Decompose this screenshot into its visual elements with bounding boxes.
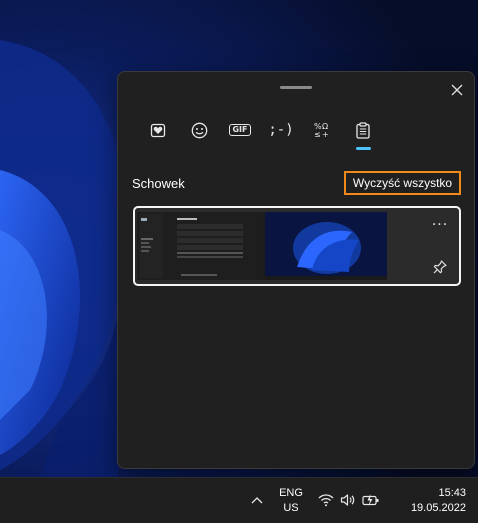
- close-icon: [451, 84, 463, 96]
- close-button[interactable]: [445, 78, 469, 102]
- tab-favorites[interactable]: [138, 116, 178, 144]
- favorites-heart-icon: [150, 123, 166, 138]
- svg-text:+: +: [322, 130, 329, 139]
- clock[interactable]: 15:43 19.05.2022: [396, 486, 466, 516]
- drag-handle[interactable]: [280, 86, 312, 89]
- clipboard-item[interactable]: ···: [133, 206, 461, 286]
- clipboard-icon: [356, 121, 370, 139]
- show-hidden-icons-button[interactable]: [248, 492, 266, 508]
- symbols-icon: % Ω ≤ +: [314, 122, 329, 139]
- clipboard-item-thumbnail: [137, 212, 387, 280]
- svg-text:≤: ≤: [314, 130, 321, 139]
- active-tab-indicator: [356, 147, 371, 150]
- tab-clipboard[interactable]: [343, 116, 383, 150]
- tab-symbols[interactable]: % Ω ≤ +: [302, 116, 342, 144]
- emoji-icon: [191, 122, 207, 138]
- tab-kaomoji[interactable]: ;-): [261, 116, 301, 144]
- pin-icon: [433, 260, 447, 274]
- clipboard-panel: GIF ;-) % Ω ≤ + Schowek Wyczyść wszystko: [117, 71, 475, 469]
- tab-emoji[interactable]: [179, 116, 219, 144]
- taskbar: ENG US 15:43 19.05.2022: [0, 477, 478, 523]
- language-code: ENG: [279, 487, 303, 499]
- battery-charging-icon: [362, 494, 379, 506]
- wifi-icon: [318, 494, 334, 507]
- clear-all-button[interactable]: Wyczyść wszystko: [344, 171, 461, 195]
- clock-date: 19.05.2022: [410, 502, 466, 514]
- keyboard-layout: US: [283, 502, 299, 514]
- system-tray-quick-settings[interactable]: [318, 490, 386, 510]
- section-title: Schowek: [132, 176, 185, 191]
- panel-tabs: GIF ;-) % Ω ≤ +: [138, 116, 384, 150]
- more-options-button[interactable]: ···: [430, 218, 450, 236]
- kaomoji-icon: ;-): [268, 122, 294, 138]
- volume-icon: [340, 494, 355, 506]
- pin-button[interactable]: [431, 258, 449, 276]
- tab-gif[interactable]: GIF: [220, 116, 260, 144]
- input-language-indicator[interactable]: ENG US: [275, 486, 307, 516]
- chevron-up-icon: [251, 497, 263, 504]
- gif-icon: GIF: [229, 124, 251, 136]
- clock-time: 15:43: [438, 487, 466, 499]
